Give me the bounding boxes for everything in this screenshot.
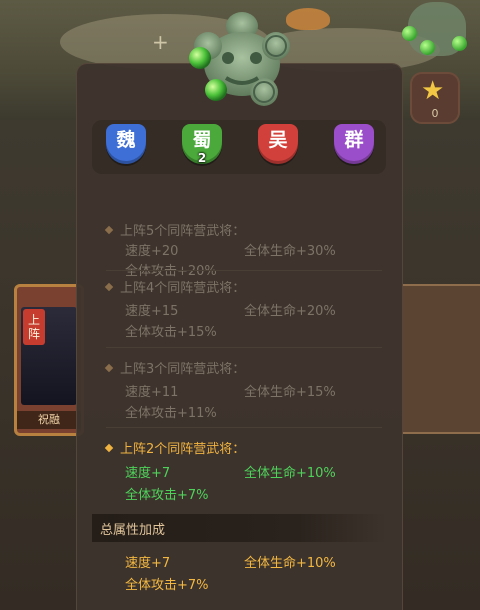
- faction-badge-wu[interactable]: 吴: [258, 124, 298, 168]
- total-bonus-title: 总属性加成: [100, 523, 166, 538]
- faction-badge-shu[interactable]: 蜀 2: [182, 124, 222, 168]
- faction-badge-wei[interactable]: 魏: [106, 124, 146, 168]
- jade-beast-icon: [189, 12, 290, 106]
- hero-slot-right[interactable]: [403, 284, 480, 434]
- tier-title-text: 上阵5个同阵营武将：: [120, 224, 246, 239]
- tier-stat-speed: 速度+15: [125, 304, 179, 319]
- faction-selector: 魏 蜀 2 吴 群: [92, 120, 386, 174]
- tier-title: 上阵5个同阵营武将：: [104, 220, 246, 239]
- star-count: 0: [431, 107, 439, 120]
- faction-name: 蜀: [192, 129, 212, 151]
- tier-stat-atk: 全体攻击+7%: [125, 488, 209, 503]
- tier-stat-hp: 全体生命+30%: [244, 244, 336, 259]
- total-stat-speed: 速度+7: [125, 556, 171, 571]
- tier-stat-hp: 全体生命+10%: [244, 466, 336, 481]
- tier-stat-speed: 速度+20: [125, 244, 179, 259]
- green-orb-icon: [402, 26, 417, 41]
- hero-name: 祝融: [17, 411, 81, 429]
- faction-name: 群: [344, 129, 364, 151]
- add-icon: +: [152, 30, 169, 54]
- tier-title-text: 上阵3个同阵营武将：: [120, 362, 246, 377]
- bullet-diamond-icon: [104, 225, 114, 235]
- tier-title-text: 上阵4个同阵营武将：: [120, 281, 246, 296]
- star-slot[interactable]: ★ 0: [410, 72, 460, 124]
- tier-stat-atk: 全体攻击+11%: [125, 406, 217, 421]
- faction-name: 魏: [116, 129, 136, 151]
- star-icon: ★: [421, 76, 445, 106]
- tier-stat-hp: 全体生命+15%: [244, 385, 336, 400]
- divider: [106, 270, 382, 271]
- tier-stat-atk: 全体攻击+15%: [125, 325, 217, 340]
- bullet-diamond-icon: [104, 443, 114, 453]
- divider: [106, 427, 382, 428]
- tier-stat-speed: 速度+7: [125, 466, 171, 481]
- tier-stat-speed: 速度+11: [125, 385, 179, 400]
- total-bonus-header: 总属性加成: [92, 514, 386, 542]
- tier-title: 上阵3个同阵营武将：: [104, 358, 246, 377]
- hero-card[interactable]: 上阵 祝融: [14, 284, 84, 436]
- faction-badge-qun[interactable]: 群: [334, 124, 374, 168]
- tier-title-text: 上阵2个同阵营武将：: [120, 442, 246, 457]
- bullet-diamond-icon: [104, 363, 114, 373]
- total-stat-atk: 全体攻击+7%: [125, 578, 209, 593]
- green-orb-icon: [420, 40, 435, 55]
- green-orb-icon: [452, 36, 467, 51]
- divider: [106, 347, 382, 348]
- tier-title: 上阵4个同阵营武将：: [104, 277, 246, 296]
- tier-stat-hp: 全体生命+20%: [244, 304, 336, 319]
- deployed-tag: 上阵: [23, 309, 45, 345]
- faction-count: 2: [197, 151, 207, 165]
- faction-name: 吴: [268, 129, 288, 151]
- total-stat-hp: 全体生命+10%: [244, 556, 336, 571]
- tier-title: 上阵2个同阵营武将：: [104, 438, 246, 457]
- bullet-diamond-icon: [104, 282, 114, 292]
